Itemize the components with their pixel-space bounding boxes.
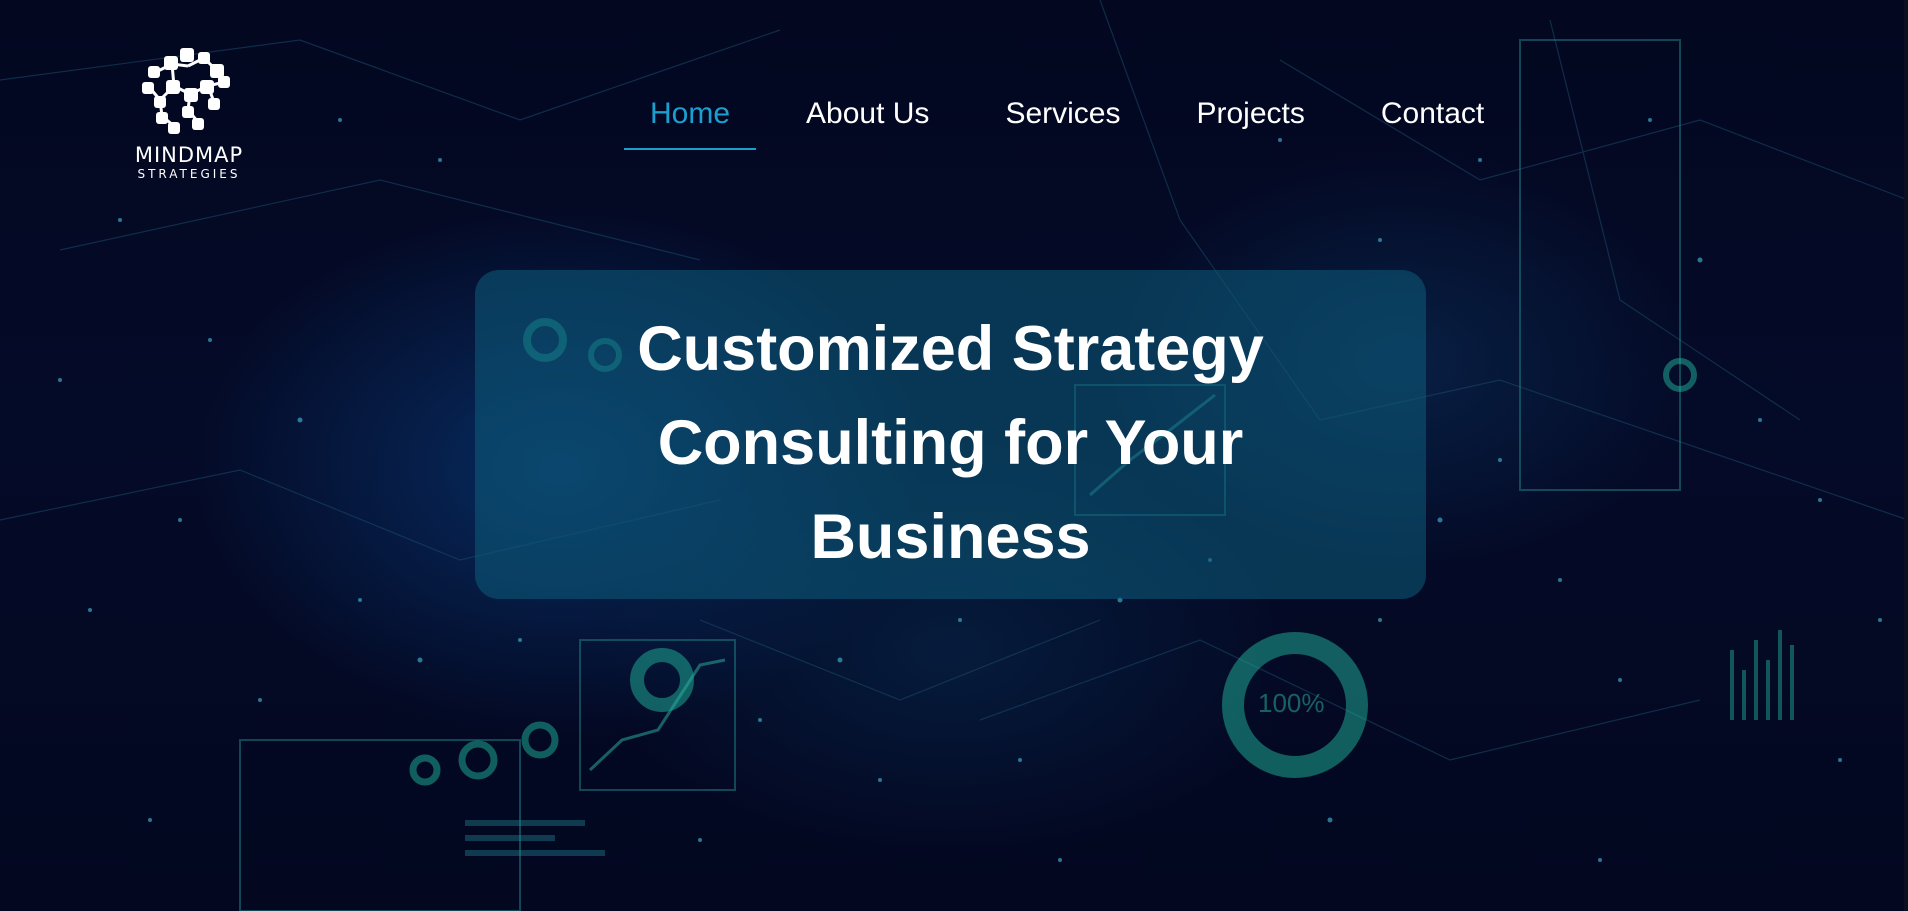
scrollbar[interactable] [1904, 0, 1908, 911]
logo[interactable]: MINDMAP STRATEGIES [124, 42, 254, 182]
logo-name: MINDMAP [134, 143, 244, 167]
nav-about-us[interactable]: About Us [780, 92, 955, 136]
nav-services[interactable]: Services [979, 92, 1146, 136]
main-nav: Home About Us Services Projects Contact [624, 92, 1534, 150]
logo-tagline: STRATEGIES [137, 167, 241, 181]
hero-card: Customized Strategy Consulting for Your … [475, 270, 1426, 599]
hero-title: Customized Strategy Consulting for Your … [637, 314, 1264, 572]
circuit-mindmap-icon [142, 48, 230, 134]
nav-contact[interactable]: Contact [1355, 92, 1510, 136]
nav-home[interactable]: Home [624, 92, 757, 150]
nav-projects[interactable]: Projects [1170, 92, 1330, 136]
decor-percent-label: 100% [1258, 688, 1325, 718]
page: 100% MINDMAP STRATEGIES Home About Us Se… [0, 0, 1908, 911]
